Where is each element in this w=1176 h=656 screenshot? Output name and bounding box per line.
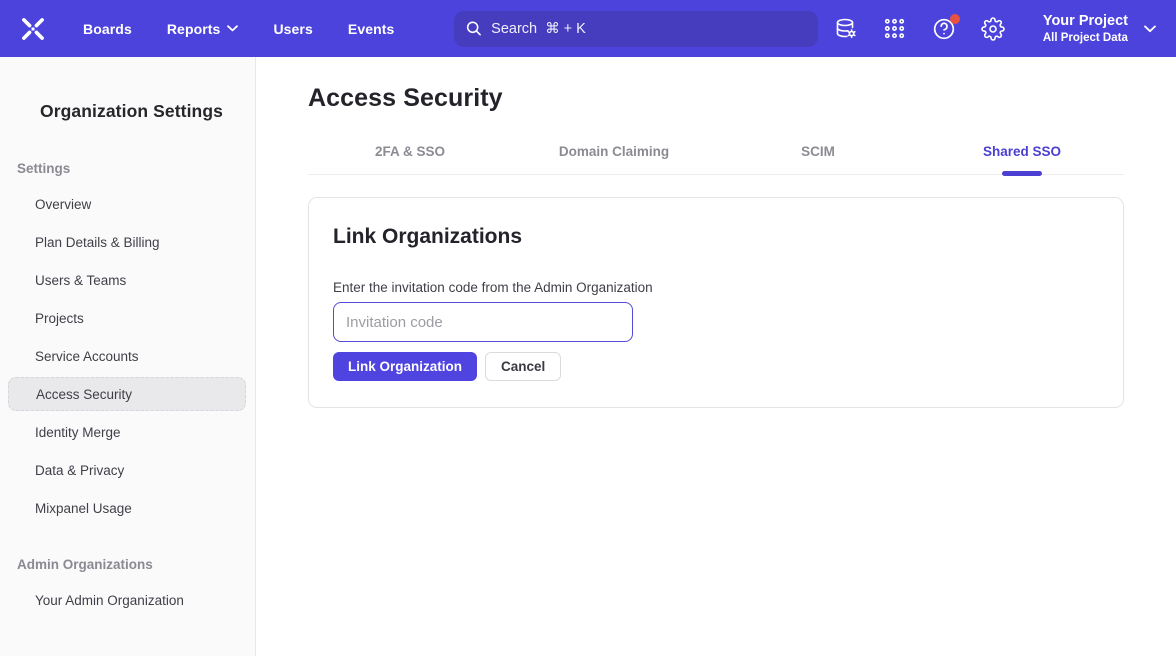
mixpanel-logo-icon [18, 14, 48, 44]
sidebar-item-overview[interactable]: Overview [0, 185, 255, 223]
nav-item-label: Boards [83, 21, 132, 37]
section-label-admin-organizations: Admin Organizations [17, 557, 255, 572]
settings-gear-icon [981, 17, 1005, 41]
nav-item-reports[interactable]: Reports [167, 21, 239, 37]
top-navigation: Boards Reports Users Events [0, 0, 1176, 57]
settings-button[interactable] [980, 16, 1006, 42]
help-button[interactable] [931, 16, 957, 42]
cancel-button[interactable]: Cancel [485, 352, 561, 381]
card-actions: Link Organization Cancel [333, 352, 1099, 381]
sidebar-title: Organization Settings [40, 101, 255, 122]
nav-item-boards[interactable]: Boards [83, 21, 132, 37]
sidebar-item-mixpanel-usage[interactable]: Mixpanel Usage [0, 489, 255, 527]
sidebar-item-access-security[interactable]: Access Security [8, 377, 246, 411]
data-management-button[interactable] [833, 16, 859, 42]
main-content: Access Security 2FA & SSO Domain Claimin… [256, 57, 1176, 656]
sidebar-item-service-accounts[interactable]: Service Accounts [0, 337, 255, 375]
invitation-code-description: Enter the invitation code from the Admin… [333, 280, 1099, 296]
project-switcher[interactable]: Your Project All Project Data [1043, 12, 1160, 46]
topnav-right-cluster: Your Project All Project Data [833, 12, 1160, 46]
settings-sidebar: Organization Settings Settings Overview … [0, 57, 256, 656]
data-management-icon [834, 17, 858, 41]
page-title: Access Security [308, 83, 1124, 113]
chevron-down-icon [1144, 25, 1156, 33]
nav-item-label: Reports [167, 21, 221, 37]
sidebar-item-projects[interactable]: Projects [0, 299, 255, 337]
sidebar-item-your-admin-organization[interactable]: Your Admin Organization [0, 581, 255, 619]
link-organizations-card: Link Organizations Enter the invitation … [308, 197, 1124, 408]
nav-item-users[interactable]: Users [273, 21, 312, 37]
tab-domain-claiming[interactable]: Domain Claiming [512, 145, 716, 174]
access-security-tabs: 2FA & SSO Domain Claiming SCIM Shared SS… [308, 145, 1124, 175]
apps-grid-button[interactable] [882, 16, 908, 42]
apps-grid-icon [883, 17, 906, 40]
project-name: Your Project [1043, 12, 1128, 30]
global-search[interactable] [454, 11, 818, 47]
mixpanel-logo[interactable] [16, 12, 49, 45]
nav-item-label: Users [273, 21, 312, 37]
search-icon [466, 20, 482, 37]
tab-shared-sso[interactable]: Shared SSO [920, 145, 1124, 174]
project-meta: Your Project All Project Data [1043, 12, 1128, 46]
sidebar-item-users-teams[interactable]: Users & Teams [0, 261, 255, 299]
link-organization-button[interactable]: Link Organization [333, 352, 477, 381]
card-title: Link Organizations [333, 224, 1099, 250]
project-scope: All Project Data [1043, 31, 1128, 45]
notification-badge [950, 14, 960, 24]
invitation-code-input[interactable] [333, 302, 633, 342]
tab-scim[interactable]: SCIM [716, 145, 920, 174]
section-label-settings: Settings [17, 161, 255, 176]
nav-item-label: Events [348, 21, 395, 37]
nav-item-events[interactable]: Events [348, 21, 395, 37]
sidebar-item-data-privacy[interactable]: Data & Privacy [0, 451, 255, 489]
sidebar-item-identity-merge[interactable]: Identity Merge [0, 413, 255, 451]
chevron-down-icon [227, 25, 238, 32]
search-input[interactable] [491, 21, 806, 37]
sidebar-item-plan-details-billing[interactable]: Plan Details & Billing [0, 223, 255, 261]
tab-2fa-sso[interactable]: 2FA & SSO [308, 145, 512, 174]
primary-nav-links: Boards Reports Users Events [83, 21, 394, 37]
